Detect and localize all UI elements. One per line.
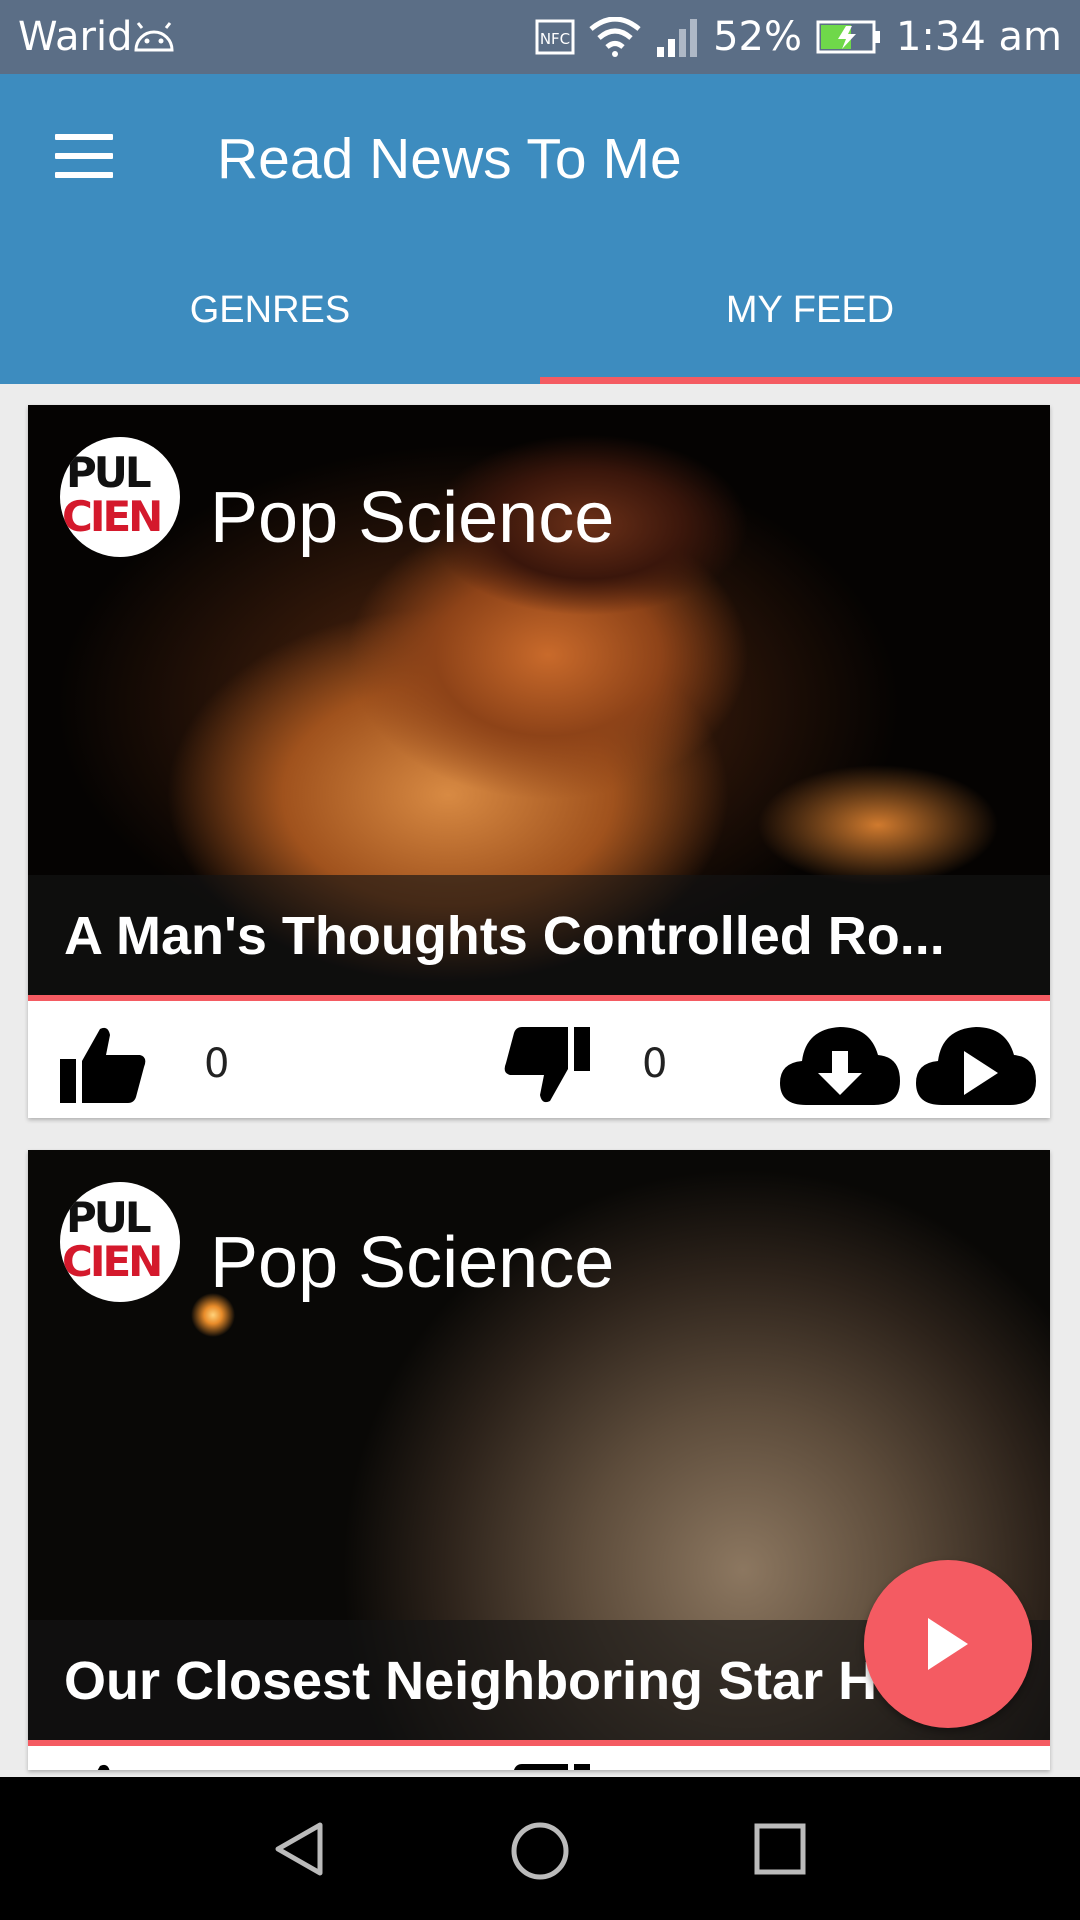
clock: 1:34 am bbox=[895, 14, 1062, 60]
tab-my-feed[interactable]: MY FEED bbox=[540, 289, 1080, 332]
thumbs-up-icon[interactable] bbox=[58, 1025, 148, 1105]
thumbs-down-icon[interactable] bbox=[502, 1025, 592, 1105]
app-title: Read News To Me bbox=[217, 127, 682, 191]
thumbs-up-icon[interactable] bbox=[58, 1762, 148, 1770]
play-icon bbox=[928, 1618, 968, 1670]
system-nav-bar bbox=[0, 1777, 1080, 1920]
card-actions bbox=[28, 1746, 1050, 1770]
home-icon[interactable] bbox=[508, 1819, 572, 1883]
source-name: Pop Science bbox=[210, 478, 615, 558]
nfc-icon: NFC bbox=[535, 19, 575, 55]
tab-genres[interactable]: GENRES bbox=[0, 289, 540, 332]
cloud-download-icon[interactable] bbox=[778, 1021, 902, 1109]
signal-icon bbox=[657, 19, 698, 57]
source-name: Pop Science bbox=[210, 1223, 615, 1303]
card-actions: 0 0 bbox=[28, 1001, 1050, 1118]
article-headline[interactable]: Our Closest Neighboring Star H bbox=[64, 1650, 877, 1712]
article-image[interactable]: PUL CIEN Pop Science A Man's Thoughts Co… bbox=[28, 405, 1050, 995]
source-logo: PUL CIEN bbox=[60, 1182, 180, 1302]
dislike-count: 0 bbox=[642, 1041, 668, 1087]
cloud-play-icon[interactable] bbox=[914, 1021, 1038, 1109]
like-count: 0 bbox=[204, 1041, 230, 1087]
app-bar: Read News To Me GENRES MY FEED bbox=[0, 74, 1080, 384]
battery-icon bbox=[816, 20, 880, 54]
hamburger-menu-icon[interactable] bbox=[55, 134, 113, 178]
android-icon bbox=[134, 22, 174, 52]
recents-icon[interactable] bbox=[752, 1821, 808, 1877]
news-card[interactable]: PUL CIEN Pop Science A Man's Thoughts Co… bbox=[28, 405, 1050, 1118]
svg-text:NFC: NFC bbox=[540, 30, 570, 48]
article-headline[interactable]: A Man's Thoughts Controlled Ro... bbox=[64, 905, 945, 967]
thumbs-down-icon[interactable] bbox=[502, 1762, 592, 1770]
play-all-button[interactable] bbox=[864, 1560, 1032, 1728]
carrier-name: Warid bbox=[18, 14, 133, 60]
headline-overlay: A Man's Thoughts Controlled Ro... bbox=[28, 875, 1050, 995]
selected-tab-indicator bbox=[540, 377, 1080, 384]
wifi-icon bbox=[589, 17, 641, 57]
status-bar: Warid NFC 52% 1:34 am bbox=[0, 0, 1080, 74]
source-logo: PUL CIEN bbox=[60, 437, 180, 557]
back-icon[interactable] bbox=[270, 1819, 330, 1879]
battery-percentage: 52% bbox=[713, 14, 802, 60]
